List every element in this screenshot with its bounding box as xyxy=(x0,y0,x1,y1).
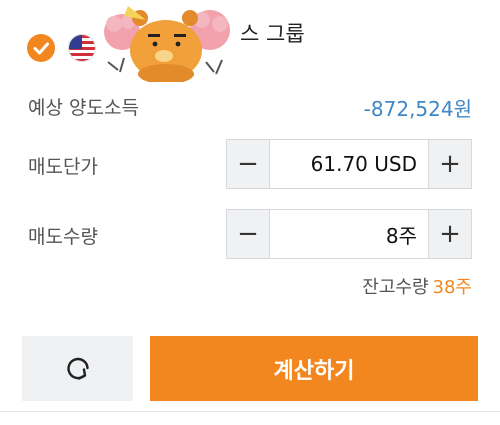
calculate-button[interactable]: 계산하기 xyxy=(150,336,478,401)
checkmark-circle-icon[interactable] xyxy=(27,34,55,62)
mascot-sticker xyxy=(98,0,248,84)
reset-button[interactable] xyxy=(22,336,133,401)
bottom-divider xyxy=(0,411,500,412)
estimated-income-label: 예상 양도소득 xyxy=(28,97,139,119)
sell-quantity-stepper: − 8주 + xyxy=(226,209,472,259)
holdings-label: 잔고수량 xyxy=(362,277,429,298)
sell-quantity-decrease-button[interactable]: − xyxy=(226,209,270,259)
us-flag-icon xyxy=(68,34,96,62)
sell-quantity-increase-button[interactable]: + xyxy=(428,209,472,259)
account-group-header: 스 그룹 xyxy=(0,0,500,84)
sell-price-label: 매도단가 xyxy=(28,156,98,178)
estimated-income-value: -872,524원 xyxy=(363,97,472,121)
sell-price-increase-button[interactable]: + xyxy=(428,139,472,189)
sell-price-input[interactable]: 61.70 USD xyxy=(270,139,428,189)
sell-price-decrease-button[interactable]: − xyxy=(226,139,270,189)
sell-quantity-label: 매도수량 xyxy=(28,226,98,248)
holdings-value: 38주 xyxy=(432,277,472,298)
account-group-name: 스 그룹 xyxy=(240,22,305,46)
refresh-icon xyxy=(66,357,89,380)
holdings-info: 잔고수량 38주 xyxy=(362,273,472,299)
sell-price-stepper: − 61.70 USD + xyxy=(226,139,472,189)
sell-quantity-input[interactable]: 8주 xyxy=(270,209,428,259)
